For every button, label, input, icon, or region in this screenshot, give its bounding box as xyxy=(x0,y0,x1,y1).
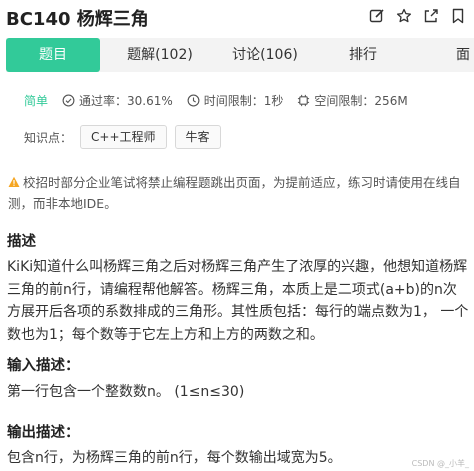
tag-nowcoder[interactable]: 牛客 xyxy=(174,125,221,149)
description-text: KiKi知道什么叫杨辉三角之后对杨辉三角产生了浓厚的兴趣，他想知道杨辉三角的前n… xyxy=(7,259,469,343)
bookmark-icon[interactable] xyxy=(450,8,466,24)
problem-tabs: 题目 题解(102) 讨论(106) 排行 面 xyxy=(6,38,474,72)
check-circle-icon xyxy=(62,94,75,106)
space-limit-text: 空间限制：256M xyxy=(314,93,408,108)
tab-interview[interactable]: 面 xyxy=(452,38,474,72)
problem-meta: 简单 通过率：30.61% 时间限制：1秒 空间限制：256M xyxy=(24,91,422,109)
tag-cpp-engineer[interactable]: C++工程师 xyxy=(80,125,167,149)
output-heading: 输出描述： xyxy=(7,425,80,441)
pass-rate: 通过率：30.61% xyxy=(62,92,173,109)
time-limit: 时间限制：1秒 xyxy=(187,92,284,109)
knowledge-label: 知识点： xyxy=(24,130,73,145)
tab-ranking[interactable]: 排行 xyxy=(326,38,400,72)
description-heading: 描述 xyxy=(7,234,36,250)
header-actions xyxy=(369,8,466,24)
tab-solutions[interactable]: 题解(102) xyxy=(114,38,206,72)
problem-title: BC140 杨辉三角 xyxy=(6,9,149,30)
output-text: 包含n行，为杨辉三角的前n行，每个数输出域宽为5。 xyxy=(7,450,342,466)
input-text: 第一行包含一个整数数n。 (1≤n≤30) xyxy=(7,384,245,400)
problem-header: BC140 杨辉三角 xyxy=(6,4,470,30)
clock-icon xyxy=(187,94,200,106)
notice-text: 校招时部分企业笔试将禁止编程题跳出页面，为提前适应，练习时请使用在线自测，而非本… xyxy=(8,175,461,211)
notice-banner: 校招时部分企业笔试将禁止编程题跳出页面，为提前适应，练习时请使用在线自测，而非本… xyxy=(8,172,468,214)
time-limit-text: 时间限制：1秒 xyxy=(203,93,284,108)
difficulty-label: 简单 xyxy=(24,93,49,108)
edit-icon[interactable] xyxy=(369,8,385,24)
input-heading: 输入描述： xyxy=(7,358,80,374)
tab-problem[interactable]: 题目 xyxy=(6,38,100,72)
warning-icon xyxy=(8,176,20,187)
space-limit: 空间限制：256M xyxy=(297,92,408,109)
chip-icon xyxy=(298,94,310,106)
knowledge-points: 知识点： C++工程师 牛客 xyxy=(24,125,221,149)
watermark: CSDN @_小羊_ xyxy=(411,459,469,468)
share-icon[interactable] xyxy=(423,8,439,24)
pass-rate-text: 通过率：30.61% xyxy=(79,93,173,108)
star-icon[interactable] xyxy=(396,8,412,24)
tab-discussions[interactable]: 讨论(106) xyxy=(220,38,310,72)
